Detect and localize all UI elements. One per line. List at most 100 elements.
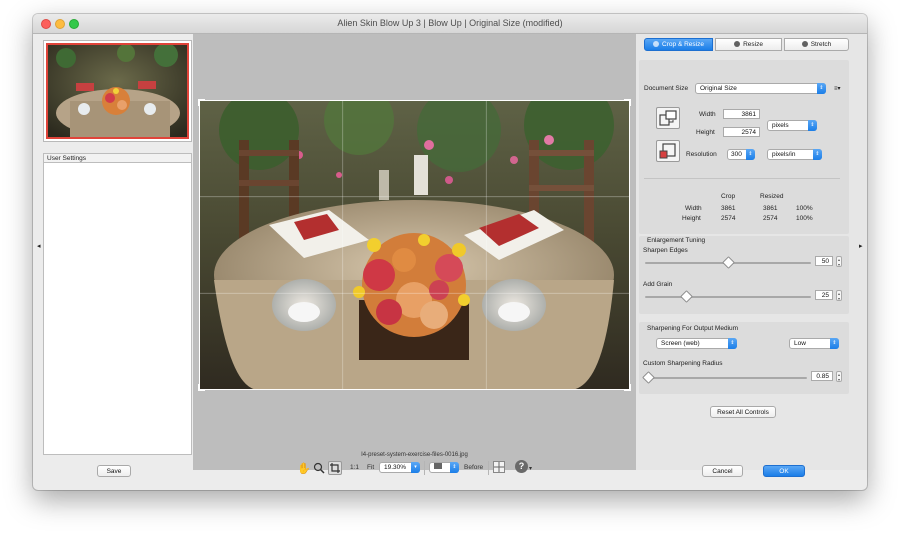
constrain-proportions-icon[interactable] bbox=[656, 140, 680, 162]
width-label: Width bbox=[699, 111, 716, 118]
output-sharpening-section: Sharpening For Output Medium Screen (web… bbox=[639, 322, 849, 394]
output-sharpening-title: Sharpening For Output Medium bbox=[647, 325, 739, 332]
divider bbox=[424, 461, 425, 475]
add-grain-label: Add Grain bbox=[643, 281, 673, 288]
crop-handle-top-right[interactable] bbox=[624, 99, 631, 106]
zoom-select[interactable]: 19.30% ▾ bbox=[379, 462, 420, 473]
preview-filename: I4-preset-system-exercise-files-0016.jpg bbox=[361, 452, 468, 458]
resolution-select[interactable]: 300 ⇕ bbox=[727, 149, 755, 160]
tab-label: Crop & Resize bbox=[662, 41, 704, 48]
document-size-select[interactable]: Original Size ⇕ bbox=[695, 83, 826, 94]
table-row-label: Width bbox=[685, 205, 702, 212]
cancel-button[interactable]: Cancel bbox=[702, 465, 743, 477]
background-color-select[interactable]: ⇕ bbox=[429, 462, 459, 473]
width-percent: 100% bbox=[796, 205, 813, 212]
swap-dimensions-icon[interactable] bbox=[656, 107, 680, 129]
add-grain-input[interactable]: 25 bbox=[815, 290, 833, 300]
tab-resize[interactable]: Resize bbox=[715, 38, 782, 51]
collapse-right-arrow-icon[interactable]: ▸ bbox=[859, 242, 863, 250]
zoom-tool-icon[interactable] bbox=[313, 462, 325, 477]
actual-size-button[interactable]: 1:1 bbox=[350, 464, 359, 471]
document-size-label: Document Size bbox=[644, 85, 689, 92]
select-stepper-icon: ⇕ bbox=[817, 83, 826, 94]
resolution-unit-value: pixels/in bbox=[772, 151, 796, 158]
height-input[interactable]: 2574 bbox=[723, 127, 760, 137]
select-stepper-icon: ▾ bbox=[411, 462, 420, 473]
right-panel: Crop & Resize Resize Stretch Document Si… bbox=[636, 34, 867, 470]
before-button[interactable]: Before bbox=[464, 464, 483, 471]
image-preview[interactable]: I4-preset-system-exercise-files-0016.jpg bbox=[193, 34, 636, 470]
window-title: Alien Skin Blow Up 3 | Blow Up | Origina… bbox=[337, 18, 563, 28]
save-button[interactable]: Save bbox=[97, 465, 131, 477]
resolution-unit-select[interactable]: pixels/in ⇕ bbox=[767, 149, 822, 160]
radius-label: Custom Sharpening Radius bbox=[643, 360, 723, 367]
tab-stretch[interactable]: Stretch bbox=[784, 38, 849, 51]
resized-width-value: 3861 bbox=[763, 205, 778, 212]
fit-button[interactable]: Fit bbox=[367, 464, 374, 471]
output-medium-select[interactable]: Screen (web) ⇕ bbox=[656, 338, 737, 349]
collapse-left-arrow-icon[interactable]: ◂ bbox=[37, 242, 41, 250]
navigator-thumbnail[interactable] bbox=[43, 40, 192, 142]
crop-column-header: Crop bbox=[721, 193, 736, 200]
select-stepper-icon: ⇕ bbox=[450, 462, 459, 473]
stretch-icon bbox=[801, 41, 808, 47]
radius-knob[interactable] bbox=[641, 371, 655, 384]
crop-handle-top-left[interactable] bbox=[198, 99, 205, 106]
divider bbox=[488, 461, 489, 475]
user-settings-list[interactable] bbox=[43, 163, 192, 455]
resized-column-header: Resized bbox=[760, 193, 784, 200]
sharpening-amount-value: Low bbox=[794, 340, 806, 347]
unit-select[interactable]: pixels ⇕ bbox=[767, 120, 817, 131]
document-size-value: Original Size bbox=[700, 85, 737, 92]
add-grain-knob[interactable] bbox=[680, 290, 693, 303]
user-settings-header: User Settings bbox=[43, 153, 192, 163]
hand-tool-icon[interactable]: ✋ bbox=[297, 462, 311, 475]
enlargement-title: Enlargement Tuning bbox=[647, 237, 706, 244]
radius-slider[interactable] bbox=[645, 377, 807, 379]
app-window: Alien Skin Blow Up 3 | Blow Up | Origina… bbox=[33, 14, 867, 490]
reset-all-controls-button[interactable]: Reset All Controls bbox=[710, 406, 776, 418]
mode-tabs: Crop & Resize Resize Stretch bbox=[644, 38, 849, 51]
table-row-label: Height bbox=[682, 215, 701, 222]
help-menu-caret-icon[interactable]: ▾ bbox=[529, 465, 532, 472]
ok-button[interactable]: OK bbox=[763, 465, 805, 477]
select-stepper-icon: ⇕ bbox=[746, 149, 755, 160]
resolution-label: Resolution bbox=[686, 151, 717, 158]
resolution-value: 300 bbox=[731, 151, 742, 158]
crop-tool-icon[interactable] bbox=[328, 461, 342, 475]
color-swatch-icon bbox=[434, 463, 442, 469]
sharpen-edges-label: Sharpen Edges bbox=[643, 247, 688, 254]
resized-height-value: 2574 bbox=[763, 215, 778, 222]
height-label: Height bbox=[696, 129, 715, 136]
enlargement-tuning-section: Enlargement Tuning Sharpen Edges 50 ▴ ▾ A… bbox=[639, 236, 849, 314]
tab-label: Stretch bbox=[810, 41, 832, 48]
sharpening-amount-select[interactable]: Low ⇕ bbox=[789, 338, 839, 349]
title-bar: Alien Skin Blow Up 3 | Blow Up | Origina… bbox=[33, 14, 867, 34]
sharpen-edges-input[interactable]: 50 bbox=[815, 256, 833, 266]
radius-input[interactable]: 0.85 bbox=[811, 371, 833, 381]
thumbnail-image bbox=[46, 43, 189, 139]
radius-stepper-icon[interactable]: ▴ ▾ bbox=[836, 371, 842, 382]
tab-crop-resize[interactable]: Crop & Resize bbox=[644, 38, 713, 51]
tab-label: Resize bbox=[743, 41, 763, 48]
crop-handle-bottom-right[interactable] bbox=[624, 384, 631, 391]
crop-handle-bottom-left[interactable] bbox=[198, 384, 205, 391]
split-view-icon[interactable] bbox=[493, 461, 505, 473]
help-icon[interactable]: ? bbox=[515, 460, 528, 473]
select-stepper-icon: ⇕ bbox=[830, 338, 839, 349]
crop-height-value: 2574 bbox=[721, 215, 736, 222]
menu-icon[interactable]: ≡▾ bbox=[834, 85, 841, 92]
zoom-value: 19.30% bbox=[384, 464, 407, 471]
select-stepper-icon: ⇕ bbox=[728, 338, 737, 349]
resize-icon bbox=[734, 41, 741, 47]
crop-width-value: 3861 bbox=[721, 205, 736, 212]
crop-resize-section: Document Size Original Size ⇕ ≡▾ Width 38… bbox=[639, 60, 849, 234]
preview-photo[interactable] bbox=[199, 100, 630, 390]
grain-stepper-icon[interactable]: ▴ ▾ bbox=[836, 290, 842, 301]
unit-value: pixels bbox=[772, 122, 789, 129]
add-grain-slider[interactable] bbox=[645, 296, 811, 298]
sharpen-stepper-icon[interactable]: ▴ ▾ bbox=[836, 256, 842, 267]
width-input[interactable]: 3861 bbox=[723, 109, 760, 119]
divider bbox=[644, 178, 840, 179]
sharpen-edges-knob[interactable] bbox=[721, 256, 735, 269]
